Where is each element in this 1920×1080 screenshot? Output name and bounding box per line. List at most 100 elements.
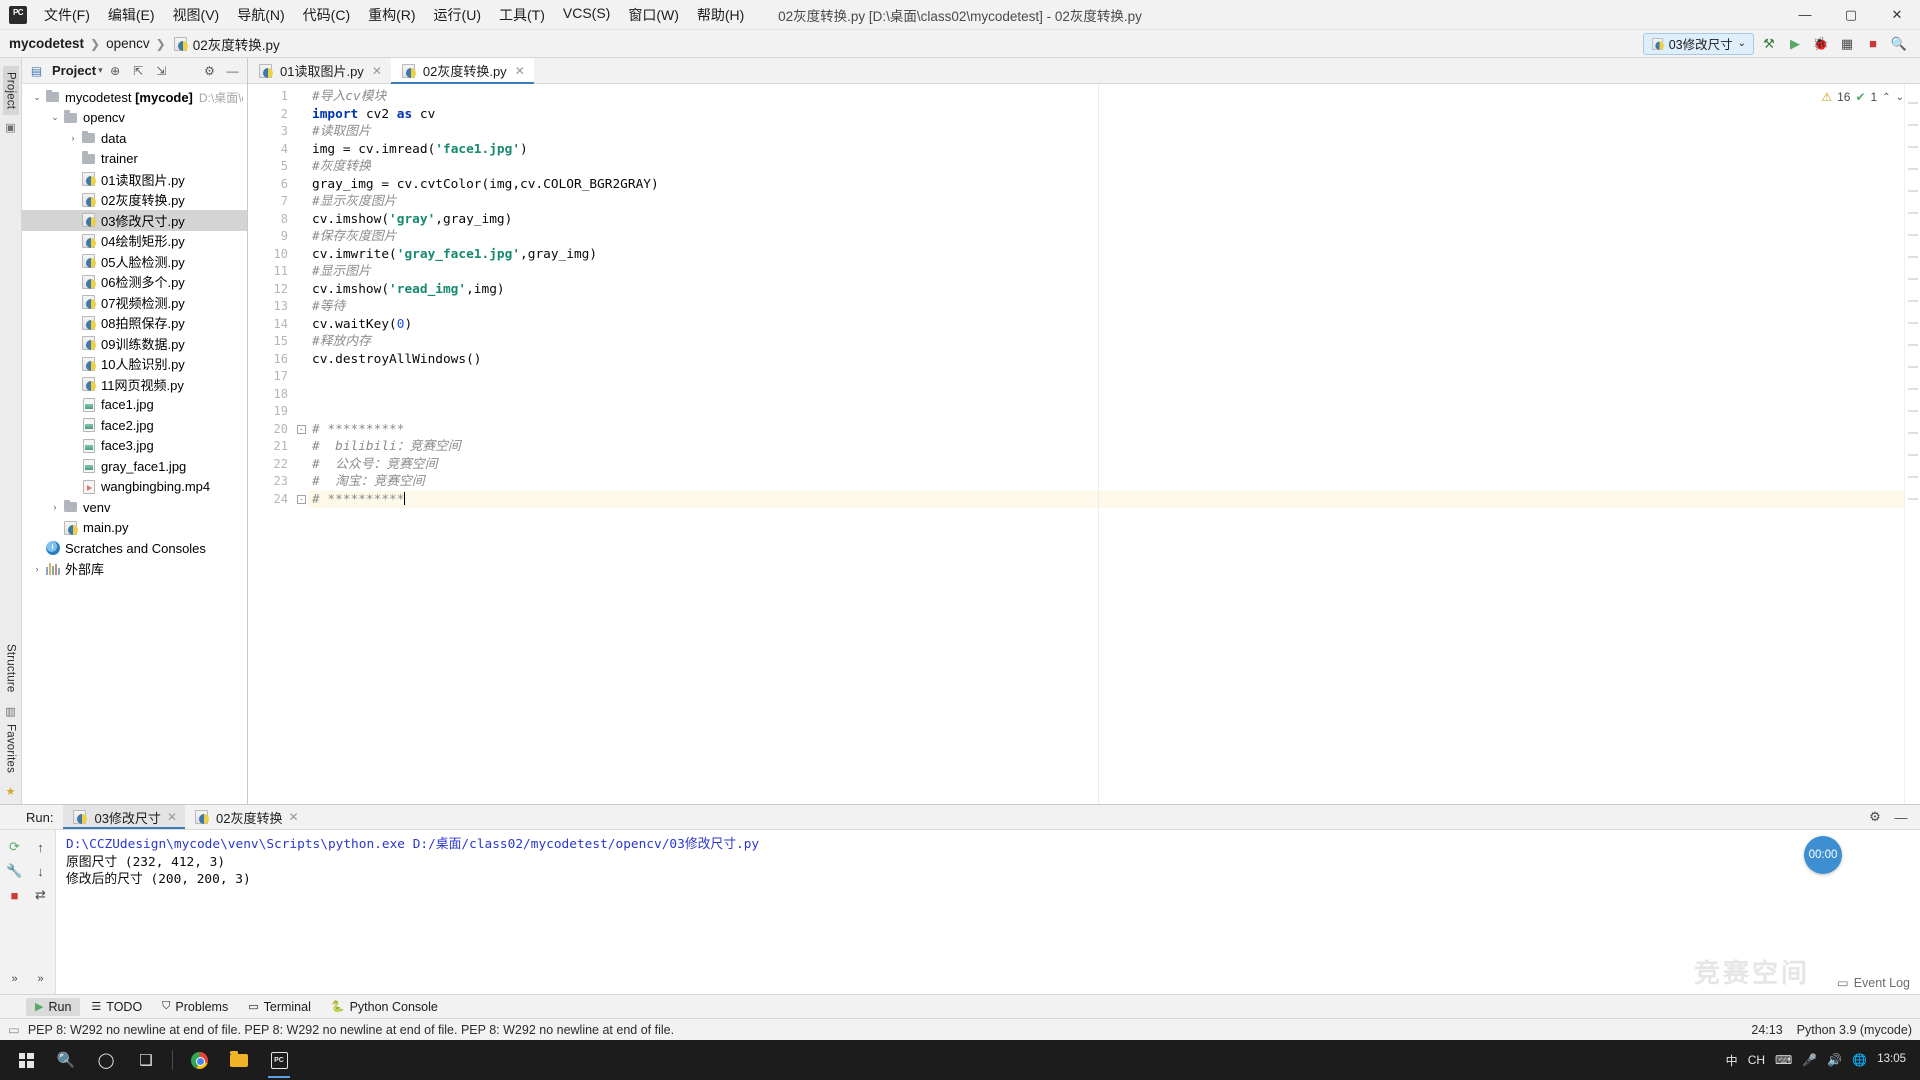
run-configuration-selector[interactable]: 03修改尺寸 ⌄ bbox=[1642, 32, 1754, 55]
tree-item-12[interactable]: 09训练数据.py bbox=[22, 333, 247, 354]
expand-left-icon[interactable]: » bbox=[4, 968, 26, 990]
tree-expand-arrow-icon[interactable]: ⌄ bbox=[30, 92, 44, 103]
run-console-output[interactable]: D:\CCZUdesign\mycode\venv\Scripts\python… bbox=[56, 830, 1920, 994]
scroll-up-icon[interactable]: ↑ bbox=[30, 836, 52, 858]
tree-item-4[interactable]: 01读取图片.py bbox=[22, 169, 247, 190]
collapse-all-icon[interactable]: ⇲ bbox=[151, 60, 172, 81]
caret-position[interactable]: 24:13 bbox=[1751, 1023, 1782, 1037]
rerun-icon[interactable]: ⟳ bbox=[4, 836, 26, 858]
tree-expand-arrow-icon[interactable]: ⌄ bbox=[48, 112, 62, 123]
sidebar-item-project[interactable]: Project bbox=[2, 66, 19, 116]
cortana-icon[interactable]: ◯ bbox=[86, 1040, 126, 1080]
build-icon[interactable]: ⚒ bbox=[1758, 33, 1780, 55]
start-icon[interactable] bbox=[6, 1040, 46, 1080]
tray-lang-icon[interactable]: CH bbox=[1748, 1053, 1765, 1067]
tree-item-19[interactable]: wangbingbing.mp4 bbox=[22, 477, 247, 498]
tool-button-python-console[interactable]: 🐍 Python Console bbox=[322, 998, 447, 1016]
tool-button-run[interactable]: ▶ Run bbox=[26, 997, 81, 1016]
close-run-tab-icon[interactable]: ✕ bbox=[288, 810, 298, 824]
menu-item-6[interactable]: 运行(U) bbox=[425, 1, 490, 29]
project-panel-caret-icon[interactable]: ▾ bbox=[98, 65, 103, 76]
code-folding-gutter[interactable]: -- bbox=[296, 84, 308, 804]
scroll-down-icon[interactable]: ↓ bbox=[30, 860, 52, 882]
tree-item-9[interactable]: 06检测多个.py bbox=[22, 272, 247, 293]
tree-item-0[interactable]: ⌄ mycodetest [mycode] D:\桌面\cla bbox=[22, 87, 247, 108]
debug-icon[interactable]: 🐞 bbox=[1810, 33, 1832, 55]
tree-item-8[interactable]: 05人脸检测.py bbox=[22, 251, 247, 272]
event-log-button[interactable]: ▭ Event Log bbox=[1837, 975, 1910, 991]
run-settings-gear-icon[interactable]: ⚙ bbox=[1864, 806, 1886, 828]
tree-item-14[interactable]: 11网页视频.py bbox=[22, 374, 247, 395]
tree-item-18[interactable]: gray_face1.jpg bbox=[22, 456, 247, 477]
stop-icon[interactable]: ■ bbox=[1862, 33, 1884, 55]
settings-gear-icon[interactable]: ⚙ bbox=[199, 60, 220, 81]
hide-panel-icon[interactable]: — bbox=[222, 60, 243, 81]
expand-right-icon[interactable]: » bbox=[30, 968, 52, 990]
task-view-icon[interactable]: ❑ bbox=[126, 1040, 166, 1080]
breadcrumb-project[interactable]: mycodetest bbox=[9, 36, 84, 51]
tree-expand-arrow-icon[interactable]: › bbox=[48, 502, 62, 512]
tree-item-16[interactable]: face2.jpg bbox=[22, 415, 247, 436]
tree-expand-arrow-icon[interactable]: › bbox=[66, 133, 80, 143]
tray-volume-icon[interactable]: 🔊 bbox=[1827, 1053, 1842, 1067]
tree-item-2[interactable]: › data bbox=[22, 128, 247, 149]
close-tab-icon[interactable]: ✕ bbox=[372, 64, 382, 78]
wrench-icon[interactable]: 🔧 bbox=[4, 860, 26, 882]
fold-toggle-icon[interactable]: - bbox=[297, 424, 306, 434]
editor-viewport[interactable]: 1 2 3 4 5 6 7 8 9 10 11 12 13 14 15 16 17 18 19 20 21 22 23 24 … bbox=[248, 84, 1920, 804]
tree-item-21[interactable]: main.py bbox=[22, 518, 247, 539]
tree-item-1[interactable]: ⌄ opencv bbox=[22, 108, 247, 129]
close-run-tab-icon[interactable]: ✕ bbox=[167, 810, 177, 824]
tray-network-icon[interactable]: 🌐 bbox=[1852, 1053, 1867, 1067]
breadcrumb-file[interactable]: 02灰度转换.py bbox=[193, 34, 280, 54]
tree-item-11[interactable]: 08拍照保存.py bbox=[22, 313, 247, 334]
editor-tab-1[interactable]: 02灰度转换.py ✕ bbox=[390, 58, 534, 84]
menu-item-2[interactable]: 视图(V) bbox=[164, 1, 229, 29]
prev-problem-icon[interactable]: ⌃ bbox=[1882, 92, 1890, 103]
menu-item-1[interactable]: 编辑(E) bbox=[99, 1, 164, 29]
tray-mic-icon[interactable]: 🎤 bbox=[1802, 1053, 1817, 1067]
tree-item-10[interactable]: 07视频检测.py bbox=[22, 292, 247, 313]
run-hide-icon[interactable]: — bbox=[1890, 806, 1912, 828]
fold-toggle-icon[interactable]: - bbox=[297, 494, 306, 504]
menu-item-7[interactable]: 工具(T) bbox=[490, 1, 554, 29]
tree-item-7[interactable]: 04绘制矩形.py bbox=[22, 231, 247, 252]
menu-item-5[interactable]: 重构(R) bbox=[359, 1, 424, 29]
tool-button-todo[interactable]: ☰ TODO bbox=[82, 998, 151, 1016]
tray-clock[interactable]: 13:05 bbox=[1877, 1053, 1906, 1066]
tree-item-13[interactable]: 10人脸识别.py bbox=[22, 354, 247, 375]
tray-keyboard-icon[interactable]: ⌨ bbox=[1775, 1053, 1792, 1067]
menu-item-3[interactable]: 导航(N) bbox=[228, 1, 293, 29]
expand-all-icon[interactable]: ⇱ bbox=[128, 60, 149, 81]
tray-ime-icon[interactable]: 中 bbox=[1726, 1052, 1738, 1069]
tree-item-23[interactable]: › 外部库 bbox=[22, 559, 247, 580]
close-tab-icon[interactable]: ✕ bbox=[515, 64, 525, 78]
coverage-icon[interactable]: ▦ bbox=[1836, 33, 1858, 55]
chrome-taskbar-icon[interactable] bbox=[179, 1040, 219, 1080]
tree-item-22[interactable]: Scratches and Consoles bbox=[22, 538, 247, 559]
code-text[interactable]: #导入cv模块 import cv2 as cv #读取图片 img = cv.imr… bbox=[308, 84, 1904, 804]
minimize-button[interactable]: — bbox=[1782, 0, 1828, 30]
run-icon[interactable]: ▶ bbox=[1784, 33, 1806, 55]
search-everywhere-icon[interactable]: 🔍 bbox=[1888, 33, 1910, 55]
python-interpreter[interactable]: Python 3.9 (mycode) bbox=[1797, 1023, 1912, 1037]
file-explorer-taskbar-icon[interactable] bbox=[219, 1040, 259, 1080]
locate-icon[interactable]: ⊕ bbox=[105, 60, 126, 81]
stop-icon[interactable]: ■ bbox=[4, 884, 26, 906]
tree-item-17[interactable]: face3.jpg bbox=[22, 436, 247, 457]
breadcrumb-folder[interactable]: opencv bbox=[106, 36, 150, 51]
pycharm-taskbar-icon[interactable]: PC bbox=[259, 1040, 299, 1080]
tree-item-6[interactable]: 03修改尺寸.py bbox=[22, 210, 247, 231]
close-button[interactable]: ✕ bbox=[1874, 0, 1920, 30]
soft-wrap-icon[interactable]: ⇄ bbox=[30, 884, 52, 906]
run-tab-0[interactable]: 03修改尺寸 ✕ bbox=[63, 805, 185, 829]
tree-item-20[interactable]: › venv bbox=[22, 497, 247, 518]
inspection-marker-gutter[interactable] bbox=[1904, 84, 1920, 804]
next-problem-icon[interactable]: ⌄ bbox=[1896, 92, 1904, 103]
menu-item-4[interactable]: 代码(C) bbox=[294, 1, 359, 29]
tree-item-5[interactable]: 02灰度转换.py bbox=[22, 190, 247, 211]
tree-expand-arrow-icon[interactable]: › bbox=[30, 564, 44, 574]
run-tab-1[interactable]: 02灰度转换 ✕ bbox=[185, 805, 307, 829]
project-panel-title[interactable]: Project bbox=[52, 63, 96, 78]
sidebar-item-structure[interactable]: Structure bbox=[3, 638, 19, 698]
